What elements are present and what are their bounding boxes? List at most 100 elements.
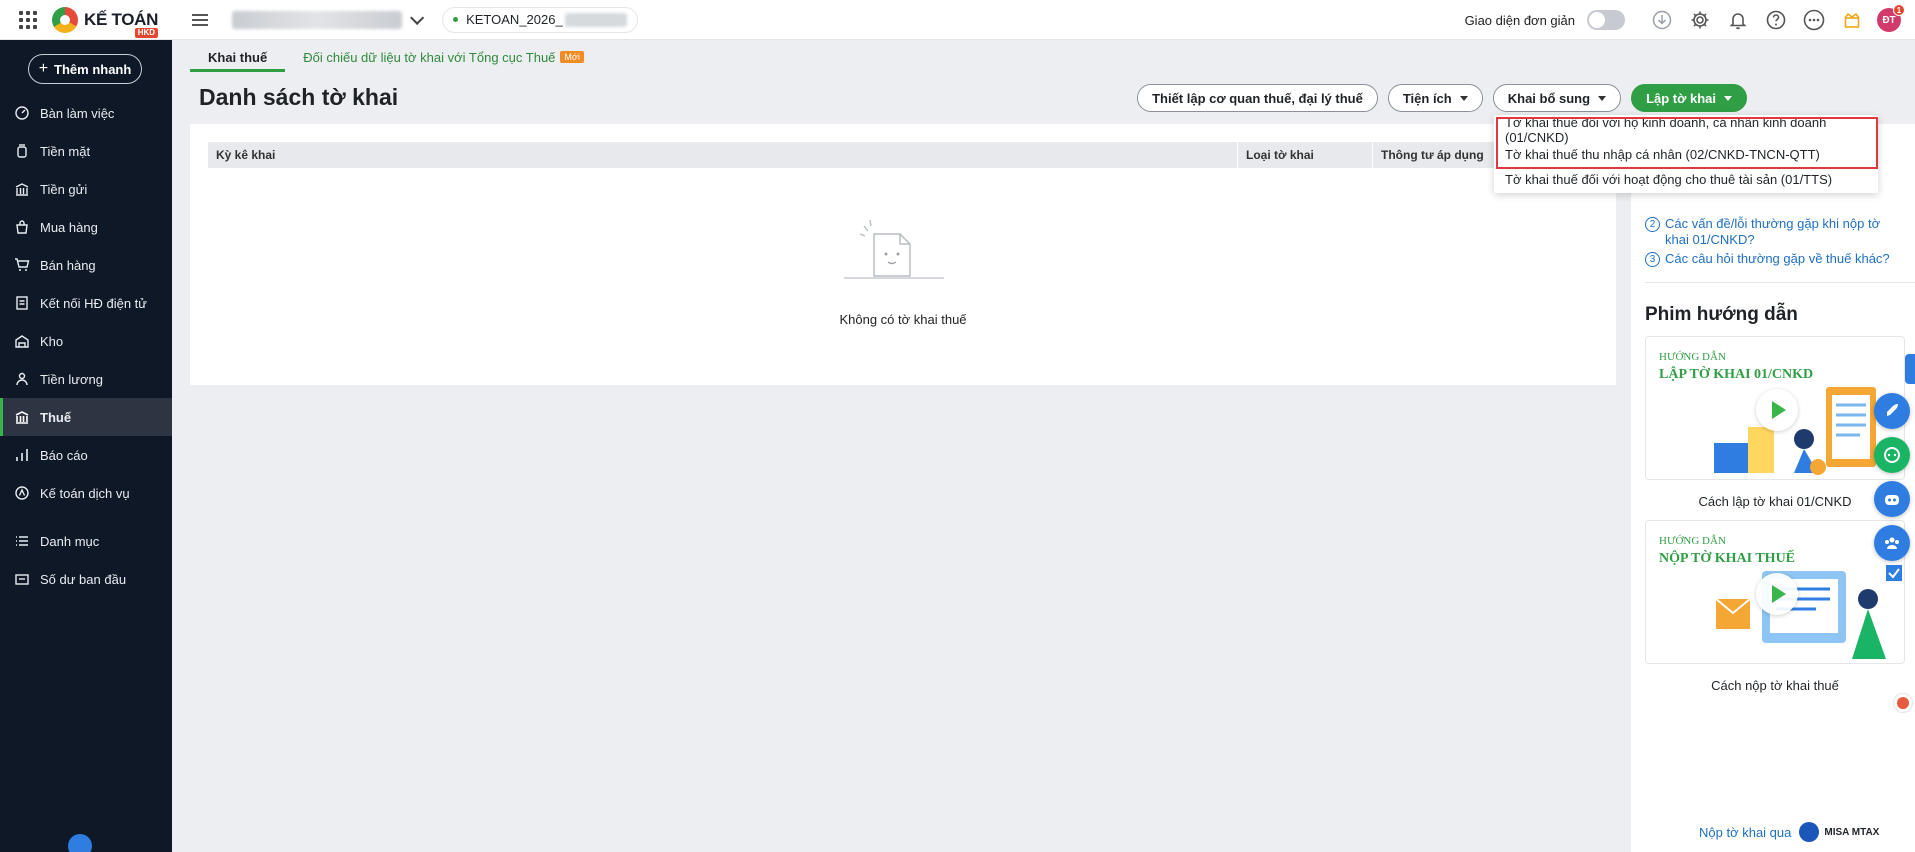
- status-dot-icon: [453, 17, 459, 22]
- logo-badge: HKD: [134, 28, 159, 38]
- video-illustration: [1715, 565, 1902, 659]
- mtax-text: Nộp tờ khai qua: [1699, 824, 1792, 840]
- returns-panel: Kỳ kê khai Loại tờ khai Thông tư áp dụng…: [190, 124, 1616, 385]
- menu-item-01-cnkd[interactable]: Tờ khai thuế đối với hộ kinh doanh, cá n…: [1494, 115, 1878, 145]
- utilities-button[interactable]: Tiện ích: [1387, 84, 1483, 112]
- sidebar-item-label: Tiền gửi: [40, 181, 88, 197]
- menu-toggle-icon[interactable]: [192, 13, 209, 26]
- create-return-button[interactable]: Lập tờ khai: [1631, 84, 1747, 112]
- faq-text: Các câu hỏi thường gặp về thuế khác?: [1665, 251, 1890, 266]
- quick-add-button[interactable]: + Thêm nhanh: [28, 54, 142, 84]
- service-icon: [14, 485, 30, 501]
- button-label: Khai bổ sung: [1507, 90, 1591, 106]
- sidebar-item-einvoice[interactable]: Kết nối HĐ điện tử: [0, 284, 172, 322]
- divider: [1645, 282, 1915, 283]
- video-caption: Cách lập tờ khai 01/CNKD: [1698, 494, 1852, 509]
- faq-number: 2: [1645, 217, 1660, 232]
- sidebar-collapse-button[interactable]: [68, 834, 92, 852]
- sidebar-item-cash[interactable]: Tiền mặt: [0, 132, 172, 170]
- plus-icon: +: [38, 60, 49, 77]
- column-header[interactable]: Loại tờ khai: [1238, 142, 1373, 168]
- sidebar-item-opening-balance[interactable]: Số dư ban đầu: [0, 560, 172, 598]
- sidebar-item-label: Số dư ban đầu: [40, 571, 127, 587]
- sidebar-item-label: Bán hàng: [40, 257, 96, 273]
- sidebar-item-label: Mua hàng: [40, 219, 98, 235]
- sidebar-item-tax[interactable]: Thuế: [0, 398, 172, 436]
- supplement-button[interactable]: Khai bổ sung: [1492, 84, 1622, 112]
- database-chip[interactable]: KETOAN_2026_: [442, 6, 638, 33]
- tax-icon: [14, 409, 30, 425]
- rocket-icon[interactable]: [1874, 393, 1910, 429]
- button-label: Lập tờ khai: [1646, 90, 1716, 106]
- database-name: KETOAN_2026_: [466, 12, 563, 27]
- side-panel-toggle[interactable]: [1905, 354, 1915, 384]
- simple-mode-toggle[interactable]: [1587, 10, 1625, 30]
- caret-down-icon: [1598, 95, 1607, 101]
- tab-tax-return[interactable]: Khai thuế: [190, 42, 286, 72]
- faq-number: 3: [1645, 252, 1660, 267]
- app-grid-icon[interactable]: [8, 0, 48, 40]
- sidebar-item-desk[interactable]: Bàn làm việc: [0, 94, 172, 132]
- more-icon[interactable]: [1795, 0, 1833, 40]
- shopping-bag-icon: [14, 219, 30, 235]
- sidebar-item-label: Tiền lương: [40, 371, 103, 387]
- gear-icon[interactable]: [1681, 0, 1719, 40]
- setup-tax-authority-button[interactable]: Thiết lập cơ quan thuế, đại lý thuế: [1137, 84, 1378, 112]
- sidebar-item-warehouse[interactable]: Kho: [0, 322, 172, 360]
- empty-state-text: Không có tờ khai thuế: [839, 312, 967, 327]
- column-header[interactable]: Kỳ kê khai: [208, 142, 1238, 168]
- robot-icon[interactable]: [1874, 481, 1910, 517]
- download-icon[interactable]: [1643, 0, 1681, 40]
- play-icon: [1756, 389, 1798, 431]
- help-panel: 2 Các vấn đề/lỗi thường gặp khi nộp tờ k…: [1631, 124, 1915, 852]
- menu-item-02-cnkd-tncn-qtt[interactable]: Tờ khai thuế thu nhập cá nhân (02/CNKD-T…: [1494, 142, 1878, 167]
- sidebar-item-reports[interactable]: Báo cáo: [0, 436, 172, 474]
- bell-icon[interactable]: [1719, 0, 1757, 40]
- list-icon: [14, 533, 30, 549]
- faq-link[interactable]: 3 Các câu hỏi thường gặp về thuế khác?: [1645, 251, 1905, 267]
- report-icon: [14, 447, 30, 463]
- create-return-menu: Tờ khai thuế đối với hộ kinh doanh, cá n…: [1494, 115, 1878, 193]
- company-selector[interactable]: [232, 10, 403, 29]
- sidebar-item-catalog[interactable]: Danh mục: [0, 522, 172, 560]
- page-title: Danh sách tờ khai: [199, 84, 399, 110]
- gift-icon[interactable]: [1833, 0, 1871, 40]
- empty-document-icon: [844, 219, 944, 279]
- menu-item-01-tts[interactable]: Tờ khai thuế đối với hoạt động cho thuê …: [1494, 167, 1878, 192]
- sidebar-item-payroll[interactable]: Tiền lương: [0, 360, 172, 398]
- warehouse-icon: [14, 333, 30, 349]
- sidebar-item-sales[interactable]: Bán hàng: [0, 246, 172, 284]
- sidebar-item-label: Kết nối HĐ điện tử: [40, 295, 147, 311]
- community-icon[interactable]: [1874, 525, 1910, 561]
- app-logo[interactable]: KẾ TOÁN HKD: [52, 6, 158, 38]
- cart-icon: [14, 257, 30, 273]
- avatar[interactable]: ĐT 1: [1877, 4, 1905, 32]
- chevron-down-icon[interactable]: [410, 10, 425, 25]
- payroll-icon: [14, 371, 30, 387]
- faq-text: Các vấn đề/lỗi thường gặp khi nộp tờ kha…: [1665, 216, 1881, 247]
- sidebar-item-label: Danh mục: [40, 533, 100, 549]
- tab-reconcile-label: Đối chiếu dữ liệu tờ khai với Tổng cục T…: [303, 49, 556, 65]
- sidebar-item-label: Thuế: [40, 409, 72, 425]
- help-icon[interactable]: [1757, 0, 1795, 40]
- video-card[interactable]: HƯỚNG DẪN LẬP TỜ KHAI 01/CNKD: [1645, 336, 1905, 480]
- faq-link[interactable]: 2 Các vấn đề/lỗi thường gặp khi nộp tờ k…: [1645, 216, 1905, 248]
- top-bar: KẾ TOÁN HKD KETOAN_2026_ Giao diện đơn g…: [0, 0, 1915, 40]
- chat-icon[interactable]: [1874, 437, 1910, 473]
- sidebar-item-deposit[interactable]: Tiền gửi: [0, 170, 172, 208]
- video-small-title: HƯỚNG DẪN: [1659, 351, 1726, 363]
- avatar-initials: ĐT: [1882, 14, 1896, 26]
- sidebar-item-label: Tiền mặt: [40, 143, 91, 159]
- tab-reconcile[interactable]: Đối chiếu dữ liệu tờ khai với Tổng cục T…: [285, 42, 602, 72]
- video-card[interactable]: HƯỚNG DẪN NỘP TỜ KHAI THUẾ: [1645, 520, 1905, 664]
- feedback-icon[interactable]: [1893, 693, 1913, 713]
- mtax-link[interactable]: Nộp tờ khai qua MISA MTAX: [1699, 822, 1879, 842]
- sidebar: + Thêm nhanh Bàn làm việc Tiền mặt Tiền …: [0, 40, 172, 852]
- logo-mark-icon: [52, 6, 78, 33]
- sidebar-item-service-accounting[interactable]: Kế toán dịch vụ: [0, 474, 172, 512]
- sidebar-item-purchase[interactable]: Mua hàng: [0, 208, 172, 246]
- button-label: Tiện ích: [1402, 90, 1452, 106]
- balance-icon: [14, 571, 30, 587]
- caret-down-icon: [1459, 95, 1468, 101]
- notification-badge: 1: [1893, 4, 1905, 16]
